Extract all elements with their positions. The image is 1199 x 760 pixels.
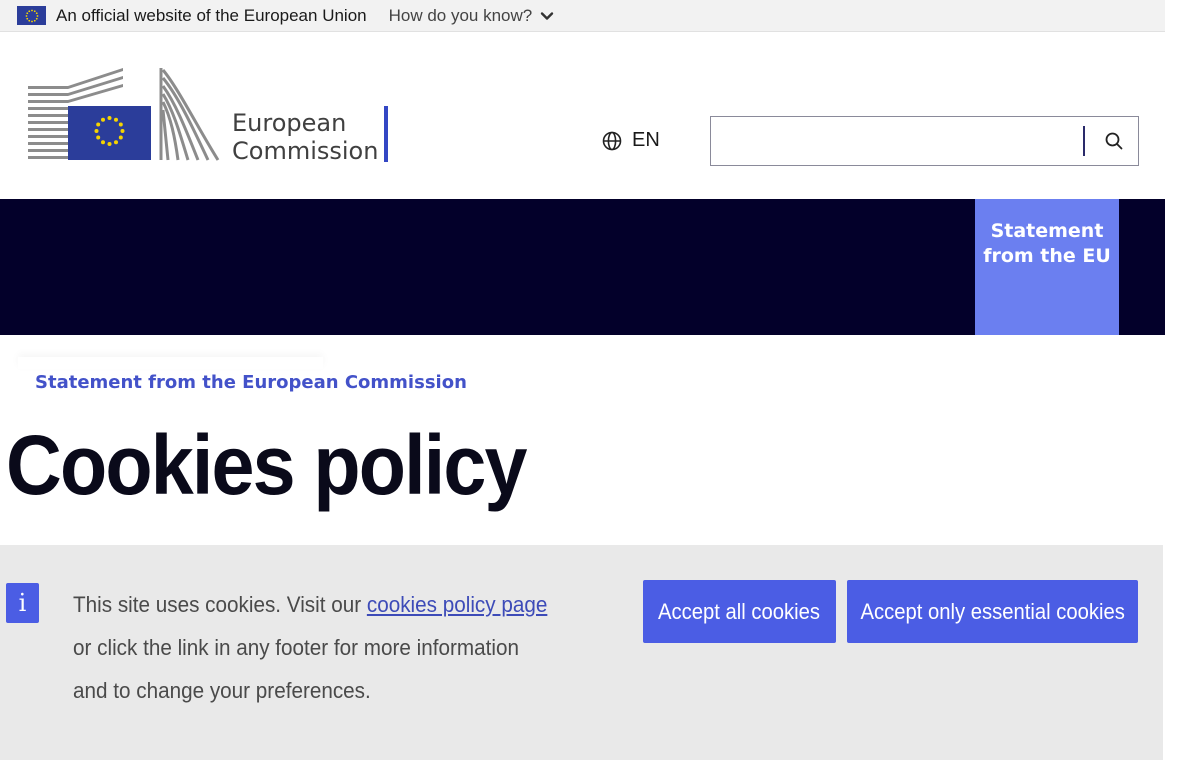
accept-essential-cookies-button[interactable]: Accept only essential cookies bbox=[847, 580, 1138, 643]
breadcrumb-link[interactable]: Statement from the European Commission bbox=[35, 372, 467, 393]
info-icon: i bbox=[6, 583, 39, 623]
accept-all-label: Accept all cookies bbox=[658, 598, 821, 624]
search-input[interactable] bbox=[711, 117, 1081, 165]
logo-line-2: Commission bbox=[232, 137, 379, 165]
chevron-down-icon bbox=[541, 11, 554, 20]
search-icon bbox=[1105, 132, 1123, 150]
nav-tab-label-2: from the EU bbox=[983, 245, 1111, 267]
site-header: European Commission EN bbox=[0, 33, 1165, 199]
official-eu-bar: An official website of the European Unio… bbox=[0, 0, 1165, 32]
ec-building-logo-icon bbox=[28, 68, 220, 161]
official-site-text: An official website of the European Unio… bbox=[56, 5, 367, 25]
breadcrumb-card bbox=[18, 357, 323, 369]
main-navigation: Statement from the EU bbox=[0, 199, 1165, 335]
logo-line-1: European bbox=[232, 109, 347, 137]
accept-all-cookies-button[interactable]: Accept all cookies bbox=[643, 580, 836, 643]
globe-icon bbox=[602, 131, 622, 150]
search-divider bbox=[1083, 126, 1085, 156]
language-selector[interactable]: EN bbox=[602, 129, 660, 152]
cookie-message-line-2: or click the link in any footer for more… bbox=[73, 635, 519, 660]
cookies-policy-link[interactable]: cookies policy page bbox=[367, 592, 547, 617]
how-do-you-know-toggle[interactable]: How do you know? bbox=[389, 6, 555, 26]
accept-essential-label: Accept only essential cookies bbox=[860, 598, 1125, 624]
logo-accent-bar bbox=[384, 106, 388, 162]
cookie-message: This site uses cookies. Visit our cookie… bbox=[73, 583, 553, 712]
logo-wordmark: European Commission bbox=[232, 109, 378, 165]
nav-tab-statement-from-eu[interactable]: Statement from the EU bbox=[975, 199, 1119, 335]
nav-tab-label-1: Statement bbox=[990, 220, 1104, 242]
cookie-message-line-1: This site uses cookies. Visit our cookie… bbox=[73, 583, 547, 626]
cookie-text-prefix: This site uses cookies. Visit our bbox=[73, 592, 367, 617]
page-title: Cookies policy bbox=[6, 418, 527, 512]
cookie-consent-banner: i This site uses cookies. Visit our cook… bbox=[0, 545, 1163, 760]
language-code: EN bbox=[632, 129, 660, 151]
search-button[interactable] bbox=[1089, 117, 1139, 165]
eu-flag-icon bbox=[17, 6, 46, 25]
cookie-message-line-3: and to change your preferences. bbox=[73, 678, 371, 703]
how-do-you-know-label: How do you know? bbox=[388, 5, 533, 25]
search-box bbox=[710, 116, 1139, 166]
